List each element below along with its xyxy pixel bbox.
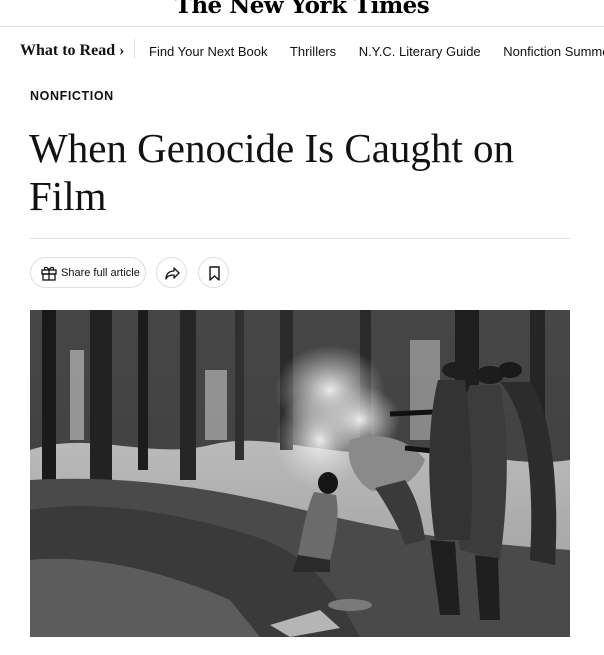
share-full-article-label: Share full article xyxy=(61,267,140,279)
gift-icon xyxy=(40,264,58,285)
share-button[interactable] xyxy=(156,257,187,288)
lead-photo[interactable] xyxy=(30,310,570,637)
article-headline: When Genocide Is Caught on Film xyxy=(29,125,515,219)
what-to-read-link[interactable]: What to Read › xyxy=(20,42,124,60)
nav-link-nyc-literary-guide[interactable]: N.Y.C. Literary Guide xyxy=(359,44,481,59)
nav-link-nonfiction-summer-preview[interactable]: Nonfiction Summer Previ xyxy=(503,44,604,59)
nav-links: Find Your Next Book Thrillers N.Y.C. Lit… xyxy=(149,44,604,59)
nav-link-find-your-next-book[interactable]: Find Your Next Book xyxy=(149,44,268,59)
lead-photo-graphic xyxy=(30,310,570,637)
nav-divider xyxy=(134,39,135,58)
save-article-button[interactable] xyxy=(198,257,229,288)
headline-divider xyxy=(30,238,570,239)
nav-link-thrillers[interactable]: Thrillers xyxy=(290,44,336,59)
nyt-logo[interactable]: The New York Times xyxy=(175,0,430,19)
share-full-article-button[interactable]: Share full article xyxy=(30,257,146,288)
section-kicker[interactable]: NONFICTION xyxy=(30,89,114,103)
what-to-read-nav: What to Read › Find Your Next Book Thril… xyxy=(0,28,604,76)
masthead: The New York Times xyxy=(0,0,604,27)
